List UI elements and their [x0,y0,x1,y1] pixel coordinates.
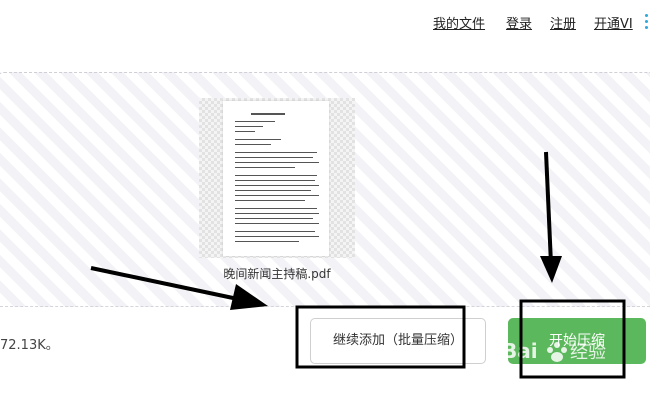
arrow-icon [540,151,562,283]
highlight-box [295,305,466,369]
highlight-box [519,299,626,379]
arrow-icon [90,266,268,310]
page: 我的文件 登录 注册 开通VI 晚间新闻主持稿.pdf 72.13K。 继续添加… [0,0,650,401]
annotation-overlay [90,151,626,379]
